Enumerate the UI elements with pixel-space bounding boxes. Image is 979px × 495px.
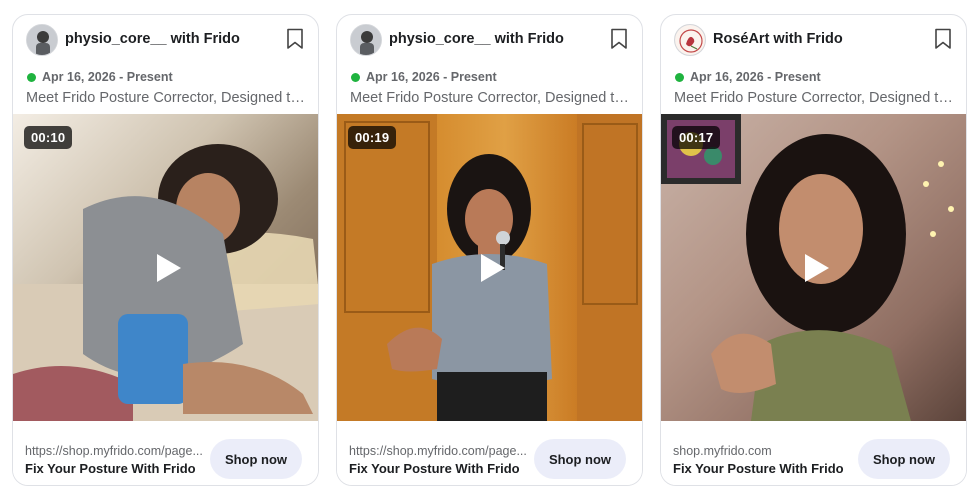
active-dot-icon	[27, 72, 36, 82]
link-title[interactable]: Fix Your Posture With Frido	[349, 461, 520, 476]
roseart-logo-avatar-icon	[675, 25, 705, 55]
video-thumbnail[interactable]: 00:19	[337, 114, 642, 421]
active-dot-icon	[351, 72, 360, 82]
active-status: Apr 16, 2026 - Present	[27, 69, 173, 85]
video-thumbnail[interactable]: 00:10	[13, 114, 318, 421]
card-header: RoséArt with Frido	[661, 15, 966, 65]
shop-now-button[interactable]: Shop now	[210, 439, 302, 479]
active-dot-icon	[675, 72, 684, 82]
link-footer: https://shop.myfrido.com/page... Fix You…	[337, 421, 642, 485]
active-status: Apr 16, 2026 - Present	[675, 69, 821, 85]
card-header: physio_core__ with Frido	[13, 15, 318, 65]
ad-card: RoséArt with Frido Apr 16, 2026 - Presen…	[660, 14, 967, 486]
active-status: Apr 16, 2026 - Present	[351, 69, 497, 85]
link-title[interactable]: Fix Your Posture With Frido	[25, 461, 196, 476]
user-photo-avatar-icon	[351, 25, 381, 55]
user-photo-avatar-icon	[27, 25, 57, 55]
ad-body-text: Meet Frido Posture Corrector, Designed t…	[350, 90, 632, 106]
card-header: physio_core__ with Frido	[337, 15, 642, 65]
bookmark-icon[interactable]	[610, 28, 628, 50]
video-duration: 00:19	[348, 126, 397, 149]
advertiser-avatar[interactable]	[350, 24, 382, 56]
ad-card: physio_core__ with Frido Apr 16, 2026 - …	[12, 14, 319, 486]
link-footer: shop.myfrido.com Fix Your Posture With F…	[661, 421, 966, 485]
advertiser-avatar[interactable]	[674, 24, 706, 56]
link-title[interactable]: Fix Your Posture With Frido	[673, 461, 844, 476]
shop-now-button[interactable]: Shop now	[858, 439, 950, 479]
video-duration: 00:10	[24, 126, 73, 149]
advertiser-name[interactable]: physio_core__ with Frido	[65, 31, 240, 47]
shop-now-button[interactable]: Shop now	[534, 439, 626, 479]
link-url[interactable]: https://shop.myfrido.com/page...	[25, 444, 203, 458]
play-icon[interactable]	[155, 252, 183, 284]
link-url[interactable]: shop.myfrido.com	[673, 444, 772, 458]
advertiser-avatar[interactable]	[26, 24, 58, 56]
ad-body-text: Meet Frido Posture Corrector, Designed t…	[674, 90, 956, 106]
bookmark-icon[interactable]	[286, 28, 304, 50]
date-range: Apr 16, 2026 - Present	[690, 70, 821, 84]
bookmark-icon[interactable]	[934, 28, 952, 50]
ad-body-text: Meet Frido Posture Corrector, Designed t…	[26, 90, 308, 106]
link-url[interactable]: https://shop.myfrido.com/page...	[349, 444, 527, 458]
video-duration: 00:17	[672, 126, 721, 149]
date-range: Apr 16, 2026 - Present	[366, 70, 497, 84]
advertiser-name[interactable]: RoséArt with Frido	[713, 31, 843, 47]
play-icon[interactable]	[803, 252, 831, 284]
video-thumbnail[interactable]: 00:17	[661, 114, 966, 421]
link-footer: https://shop.myfrido.com/page... Fix You…	[13, 421, 318, 485]
play-icon[interactable]	[479, 252, 507, 284]
ad-card: physio_core__ with Frido Apr 16, 2026 - …	[336, 14, 643, 486]
date-range: Apr 16, 2026 - Present	[42, 70, 173, 84]
advertiser-name[interactable]: physio_core__ with Frido	[389, 31, 564, 47]
